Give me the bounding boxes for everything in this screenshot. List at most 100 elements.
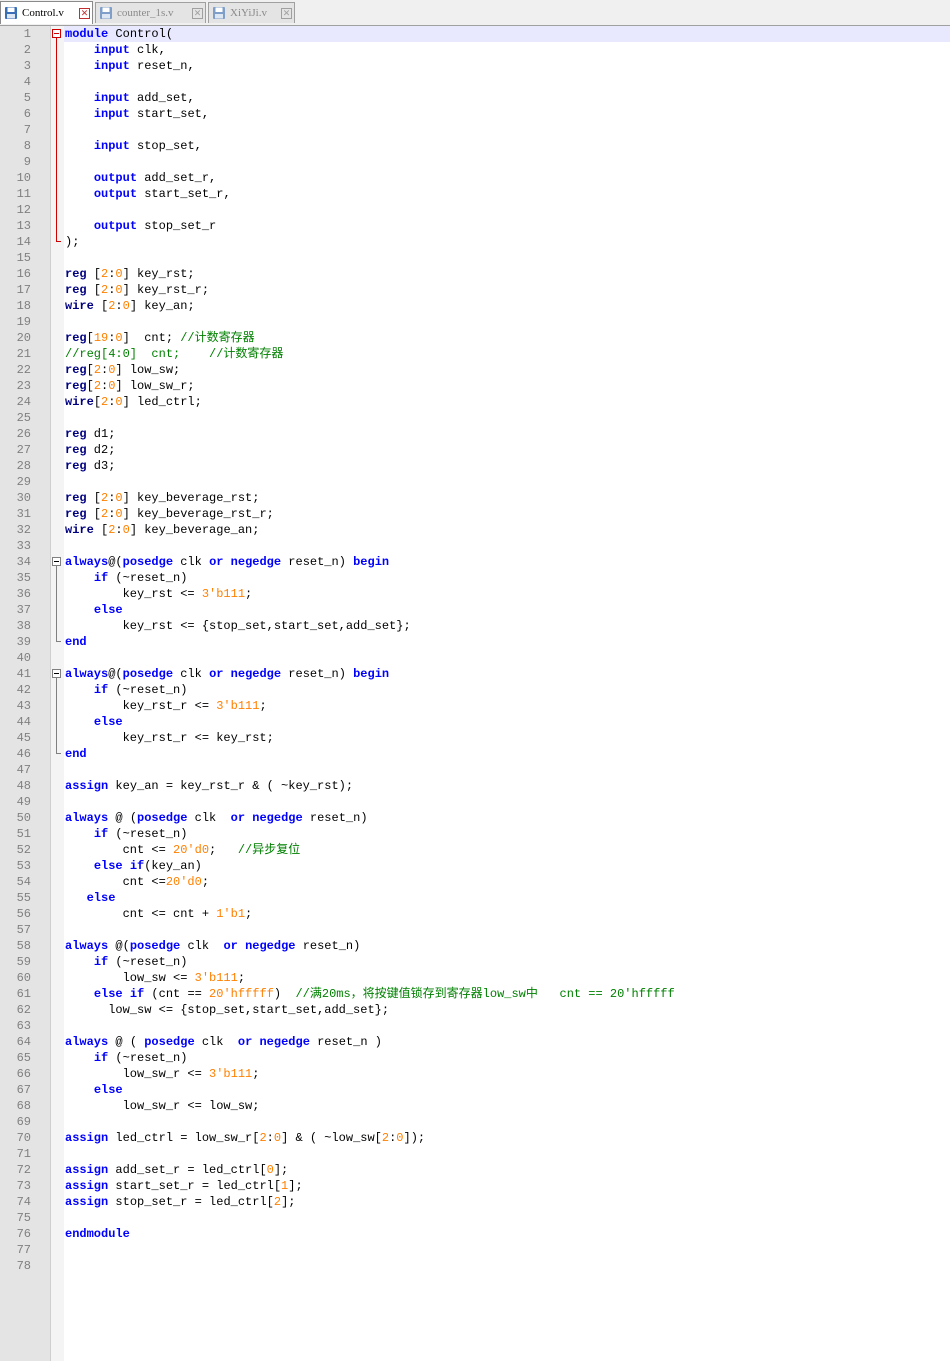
code-line[interactable]: output start_set_r, [65, 186, 231, 202]
code-line[interactable]: input stop_set, [65, 138, 202, 154]
code-token: 0 [122, 523, 130, 537]
code-line[interactable]: endmodule [65, 1226, 130, 1242]
code-line[interactable]: //reg[4:0] cnt; //计数寄存器 [65, 346, 283, 362]
code-line[interactable]: reg[2:0] low_sw_r; [65, 378, 195, 394]
tab-counter-1s-v[interactable]: counter_1s.v ✕ [95, 2, 206, 23]
code-line[interactable]: if (~reset_n) [65, 1050, 188, 1066]
code-line[interactable]: cnt <=20'd0; [65, 874, 209, 890]
close-tab-icon[interactable]: ✕ [192, 7, 203, 19]
code-line[interactable]: reg d3; [65, 458, 115, 474]
code-line[interactable]: else [65, 602, 123, 618]
fold-margin[interactable] [51, 26, 64, 1361]
code-token: cnt <= cnt + [65, 907, 217, 921]
code-line[interactable]: assign start_set_r = led_ctrl[1]; [65, 1178, 303, 1194]
code-line[interactable]: always @(posedge clk or negedge reset_n) [65, 938, 360, 954]
code-token: input [93, 139, 130, 153]
code-line[interactable]: else [65, 1082, 123, 1098]
code-line[interactable]: key_rst_r <= key_rst; [65, 730, 274, 746]
code-line[interactable]: if (~reset_n) [65, 682, 188, 698]
code-line[interactable]: cnt <= 20'd0; //异步复位 [65, 842, 301, 858]
code-token: if [93, 1051, 109, 1065]
code-line[interactable]: end [65, 746, 87, 762]
code-line[interactable]: input add_set, [65, 90, 195, 106]
line-number: 62 [16, 1003, 31, 1017]
code-line[interactable]: else if(key_an) [65, 858, 202, 874]
code-token: reset_n, [129, 59, 195, 73]
code-line[interactable]: reg[19:0] cnt; //计数寄存器 [65, 330, 255, 346]
code-token: output [93, 219, 138, 233]
code-line[interactable]: reg [2:0] key_rst_r; [65, 282, 209, 298]
fold-toggle-icon[interactable] [52, 669, 61, 678]
code-line[interactable]: input clk, [65, 42, 166, 58]
code-line[interactable]: wire[2:0] led_ctrl; [65, 394, 202, 410]
line-number: 31 [16, 507, 31, 521]
code-line[interactable]: always @ (posedge clk or negedge reset_n… [65, 810, 368, 826]
line-number: 66 [16, 1067, 31, 1081]
tab-xiyiji-v[interactable]: XiYiJi.v ✕ [208, 2, 295, 23]
code-line[interactable]: else [65, 714, 123, 730]
code-line[interactable]: low_sw <= {stop_set,start_set,add_set}; [65, 1002, 389, 1018]
line-number: 9 [23, 155, 31, 169]
code-line[interactable]: key_rst <= 3'b111; [65, 586, 253, 602]
code-line[interactable]: always@(posedge clk or negedge reset_n) … [65, 666, 389, 682]
code-line[interactable]: output add_set_r, [65, 170, 216, 186]
close-tab-icon[interactable]: ✕ [281, 7, 292, 19]
fold-toggle-icon[interactable] [52, 29, 61, 38]
line-number: 13 [16, 219, 31, 233]
code-line[interactable]: reg [2:0] key_beverage_rst; [65, 490, 259, 506]
code-line[interactable]: module Control( [65, 26, 173, 42]
code-line[interactable]: if (~reset_n) [65, 570, 188, 586]
code-line[interactable]: low_sw <= 3'b111; [65, 970, 245, 986]
code-token: 2 [93, 379, 102, 393]
code-token: always [65, 667, 109, 681]
code-line[interactable]: wire [2:0] key_an; [65, 298, 195, 314]
code-line[interactable]: if (~reset_n) [65, 826, 188, 842]
code-token: 3'b111 [201, 587, 246, 601]
code-line[interactable]: end [65, 634, 87, 650]
fold-end-marker [56, 636, 61, 642]
code-line[interactable]: always@(posedge clk or negedge reset_n) … [65, 554, 389, 570]
code-line[interactable]: else if (cnt == 20'hfffff) //满20ms，将按键值锁… [65, 986, 675, 1002]
code-line[interactable]: low_sw_r <= low_sw; [65, 1098, 260, 1114]
code-token: 2 [273, 1195, 282, 1209]
close-tab-icon[interactable]: ✕ [79, 7, 90, 19]
tab-control-v[interactable]: Control.v ✕ [0, 1, 93, 24]
code-line[interactable]: assign stop_set_r = led_ctrl[2]; [65, 1194, 295, 1210]
code-line[interactable]: else [65, 890, 116, 906]
code-line[interactable]: assign led_ctrl = low_sw_r[2:0] & ( ~low… [65, 1130, 425, 1146]
code-line[interactable]: input reset_n, [65, 58, 195, 74]
code-line[interactable]: key_rst <= {stop_set,start_set,add_set}; [65, 618, 411, 634]
code-line[interactable]: key_rst_r <= 3'b111; [65, 698, 267, 714]
code-line[interactable]: if (~reset_n) [65, 954, 188, 970]
code-token: [ [86, 267, 102, 281]
fold-toggle-icon[interactable] [52, 557, 61, 566]
code-line[interactable]: reg [2:0] key_beverage_rst_r; [65, 506, 274, 522]
code-token: @ ( [108, 1035, 145, 1049]
code-token: d1; [86, 427, 116, 441]
code-token: start_set, [129, 107, 210, 121]
code-line[interactable]: reg[2:0] low_sw; [65, 362, 180, 378]
code-token: ]; [281, 1195, 296, 1209]
code-line[interactable]: ); [65, 234, 79, 250]
code-editor[interactable]: 1 2 3 4 5 6 7 8 9 10 11 12 13 14 15 16 17 18 19 20 21 22 23 24 2… [0, 26, 950, 1361]
line-number: 48 [16, 779, 31, 793]
code-token: 2 [93, 363, 102, 377]
line-number: 21 [16, 347, 31, 361]
code-line[interactable]: output stop_set_r [65, 218, 216, 234]
code-line[interactable]: assign key_an = key_rst_r & ( ~key_rst); [65, 778, 353, 794]
code-line[interactable]: low_sw_r <= 3'b111; [65, 1066, 260, 1082]
code-line[interactable]: assign add_set_r = led_ctrl[0]; [65, 1162, 288, 1178]
code-token: or [230, 811, 246, 825]
code-line[interactable]: wire [2:0] key_beverage_an; [65, 522, 259, 538]
code-line[interactable]: reg d2; [65, 442, 115, 458]
code-token: posedge [122, 555, 174, 569]
code-line[interactable]: reg [2:0] key_rst; [65, 266, 195, 282]
line-number: 10 [16, 171, 31, 185]
code-line[interactable]: always @ ( posedge clk or negedge reset_… [65, 1034, 382, 1050]
line-number: 4 [23, 75, 31, 89]
code-line[interactable]: reg d1; [65, 426, 115, 442]
code-line[interactable]: input start_set, [65, 106, 209, 122]
code-line[interactable]: cnt <= cnt + 1'b1; [65, 906, 253, 922]
line-number: 37 [16, 603, 31, 617]
